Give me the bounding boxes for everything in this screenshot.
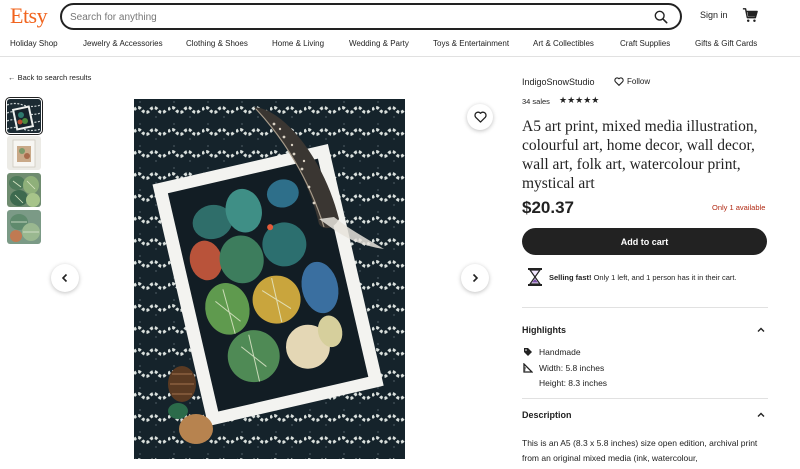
sales-count: 34 sales [522, 97, 550, 106]
follow-shop-button[interactable]: Follow [614, 77, 650, 86]
section-divider [522, 398, 768, 399]
highlight-label: Width: 5.8 inches [539, 362, 605, 373]
search-icon[interactable] [654, 10, 668, 24]
nav-item-holiday-shop[interactable]: Holiday Shop [10, 39, 58, 48]
nav-item-jewelry[interactable]: Jewelry & Accessories [83, 39, 163, 48]
selling-fast-notice: Selling fast! Only 1 left, and 1 person … [527, 267, 737, 287]
thumbnail-image [7, 173, 41, 207]
favorite-button[interactable] [467, 104, 493, 130]
highlight-width: Width: 5.8 inches [522, 362, 604, 373]
tag-icon [522, 346, 533, 357]
search-bar[interactable] [60, 3, 682, 30]
description-text: This is an A5 (8.3 x 5.8 inches) size op… [522, 438, 758, 463]
add-to-cart-button[interactable]: Add to cart [522, 228, 767, 255]
nav-item-craft[interactable]: Craft Supplies [620, 39, 670, 48]
header: Etsy Sign in [0, 0, 800, 32]
arrow-left-icon: ← [8, 73, 18, 82]
previous-image-button[interactable] [51, 264, 79, 292]
nav-divider [0, 56, 800, 57]
artwork-photo [134, 99, 405, 459]
selling-fast-bold: Selling fast! [549, 272, 592, 282]
chevron-left-icon [61, 273, 68, 283]
search-input[interactable] [70, 8, 630, 26]
thumbnail-image [7, 99, 41, 133]
chevron-up-icon[interactable] [757, 326, 765, 334]
follow-label: Follow [627, 77, 651, 86]
highlight-height: Height: 8.3 inches [539, 378, 607, 388]
heart-icon [614, 77, 624, 86]
selling-fast-text: Only 1 left, and 1 person has it in thei… [591, 272, 737, 282]
nav-item-art[interactable]: Art & Collectibles [533, 39, 594, 48]
star-rating[interactable]: ★★★★★ [559, 95, 599, 106]
nav-item-toys[interactable]: Toys & Entertainment [433, 39, 509, 48]
thumbnail-3[interactable] [7, 173, 41, 207]
back-link-label: Back to search results [17, 73, 92, 82]
shop-name-link[interactable]: IndigoSnowStudio [522, 77, 595, 87]
etsy-logo[interactable]: Etsy [10, 3, 48, 29]
ruler-icon [522, 362, 533, 373]
back-to-search-link[interactable]: ← Back to search results [8, 73, 91, 82]
highlight-handmade: Handmade [522, 346, 581, 357]
listing-title: A5 art print, mixed media illustration, … [522, 118, 758, 192]
highlight-label: Height: 8.3 inches [539, 378, 608, 388]
thumbnail-image [7, 210, 41, 244]
nav-item-home-living[interactable]: Home & Living [272, 39, 324, 48]
thumbnail-image [7, 136, 41, 170]
nav-item-wedding[interactable]: Wedding & Party [349, 39, 409, 48]
highlight-label: Handmade [539, 346, 581, 357]
category-nav: Holiday Shop Jewelry & Accessories Cloth… [0, 37, 800, 55]
heart-icon [473, 111, 487, 123]
availability-notice: Only 1 available [712, 203, 766, 212]
thumbnail-4[interactable] [7, 210, 41, 244]
next-image-button[interactable] [461, 264, 489, 292]
description-heading[interactable]: Description [522, 410, 572, 420]
section-divider [522, 307, 768, 308]
price: $20.37 [522, 198, 574, 217]
nav-item-gifts[interactable]: Gifts & Gift Cards [695, 39, 757, 48]
sign-in-link[interactable]: Sign in [700, 10, 728, 20]
main-listing-image[interactable] [134, 99, 405, 459]
nav-item-clothing[interactable]: Clothing & Shoes [186, 39, 248, 48]
hourglass-icon [528, 268, 542, 286]
chevron-right-icon [472, 273, 479, 283]
cart-icon[interactable] [742, 7, 758, 23]
chevron-up-icon[interactable] [757, 411, 765, 419]
thumbnail-2[interactable] [7, 136, 41, 170]
thumbnail-1[interactable] [5, 97, 43, 135]
highlights-heading[interactable]: Highlights [522, 325, 566, 335]
